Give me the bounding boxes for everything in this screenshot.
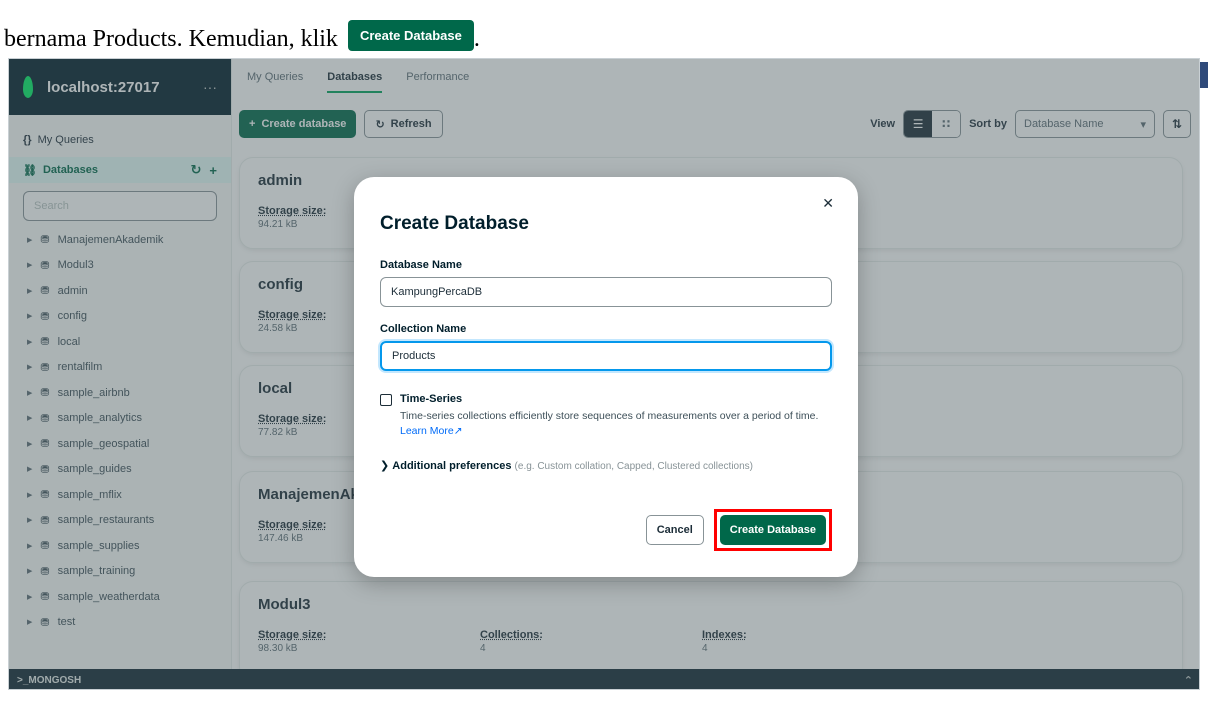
- time-series-label: Time-Series: [400, 393, 463, 405]
- edge-tab: [1200, 62, 1208, 88]
- database-name-label: Database Name: [380, 259, 462, 271]
- document-text: bernama Products. Kemudian, klik: [4, 26, 338, 52]
- time-series-description: Time-series collections efficiently stor…: [400, 409, 840, 439]
- compass-window: localhost:27017 ··· {} My Queries ⛓ Data…: [8, 58, 1200, 690]
- time-series-checkbox[interactable]: [380, 394, 392, 406]
- create-database-button[interactable]: Create Database: [719, 515, 826, 545]
- cancel-button[interactable]: Cancel: [645, 515, 704, 545]
- modal-title: Create Database: [380, 213, 529, 234]
- create-database-modal: ✕ Create Database Database Name KampungP…: [354, 177, 858, 577]
- external-link-icon: ↗: [453, 425, 463, 437]
- chevron-right-icon: ❯: [380, 460, 390, 472]
- collection-name-field[interactable]: Products: [380, 341, 832, 371]
- collection-name-label: Collection Name: [380, 323, 467, 335]
- link-label: Learn More: [400, 425, 454, 437]
- description-text: Time-series collections efficiently stor…: [400, 410, 819, 422]
- time-series-option: Time-Series Time-series collections effi…: [380, 393, 832, 439]
- additional-preferences-toggle[interactable]: ❯ Additional preferences (e.g. Custom co…: [380, 459, 832, 472]
- modal-actions: Cancel Create Database: [645, 509, 832, 551]
- close-icon[interactable]: ✕: [822, 195, 834, 212]
- document-text-line: bernama Products. Kemudian, klik Create …: [4, 20, 480, 53]
- additional-preferences-hint: (e.g. Custom collation, Capped, Clustere…: [514, 461, 753, 472]
- database-name-field[interactable]: KampungPercaDB: [380, 277, 832, 307]
- inline-create-database-image: Create Database: [347, 20, 474, 51]
- highlight-box: Create Database: [713, 509, 832, 551]
- document-period: .: [473, 26, 480, 52]
- additional-preferences-label: Additional preferences: [392, 460, 512, 472]
- learn-more-link[interactable]: Learn More↗: [400, 425, 463, 437]
